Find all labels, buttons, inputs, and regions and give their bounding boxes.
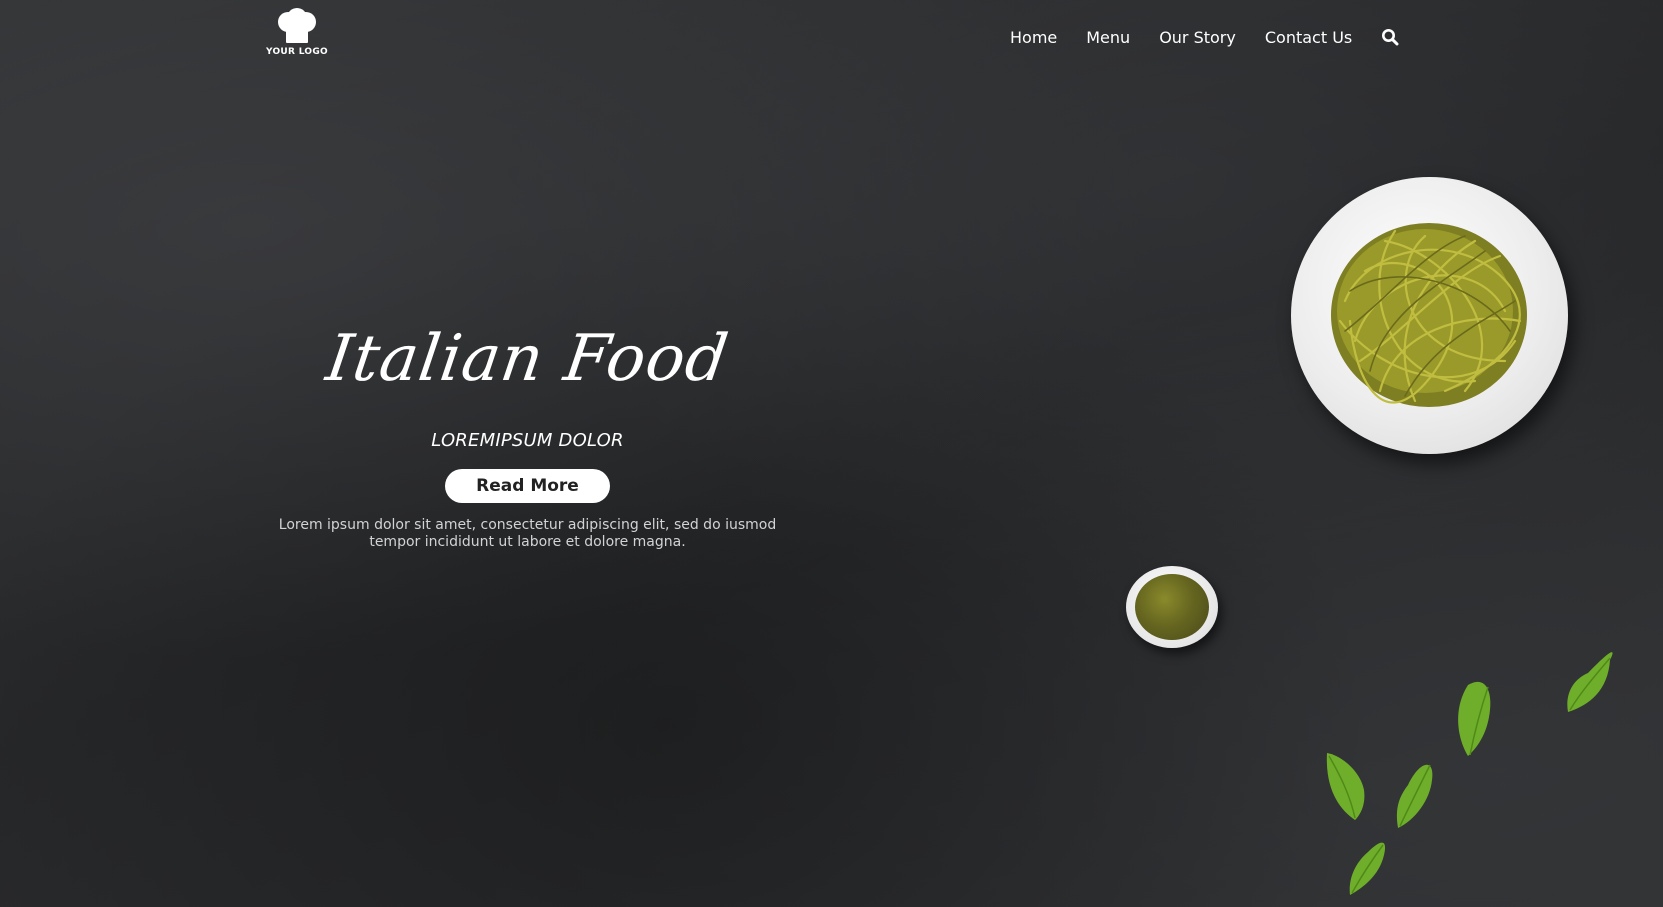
pesto-sauce <box>1135 574 1209 640</box>
read-more-button[interactable]: Read More <box>445 469 610 503</box>
site-logo[interactable]: YOUR LOGO <box>262 8 332 64</box>
hero-section: YOUR LOGO Home Menu Our Story Contact Us… <box>0 0 1663 907</box>
search-icon[interactable] <box>1381 28 1399 46</box>
hero-subtitle: LOREMIPSUM DOLOR <box>431 430 624 451</box>
nav-link-our-story[interactable]: Our Story <box>1159 28 1236 47</box>
hero-title: Italian Food <box>321 322 734 396</box>
hero-description: Lorem ipsum dolor sit amet, consectetur … <box>278 517 777 550</box>
basil-leaves-image <box>1326 652 1613 895</box>
pesto-bowl-image <box>1126 566 1218 648</box>
hero-content: Italian Food LOREMIPSUM DOLOR Read More … <box>260 318 795 551</box>
pasta-plate-image <box>1291 177 1568 454</box>
logo-text: YOUR LOGO <box>265 47 329 57</box>
nav-link-contact-us[interactable]: Contact Us <box>1265 28 1352 47</box>
nav-link-home[interactable]: Home <box>1010 28 1057 47</box>
spaghetti-image <box>1331 223 1527 407</box>
nav-link-menu[interactable]: Menu <box>1086 28 1130 47</box>
main-nav: Home Menu Our Story Contact Us <box>1010 24 1399 50</box>
chef-hat-icon <box>278 8 316 43</box>
